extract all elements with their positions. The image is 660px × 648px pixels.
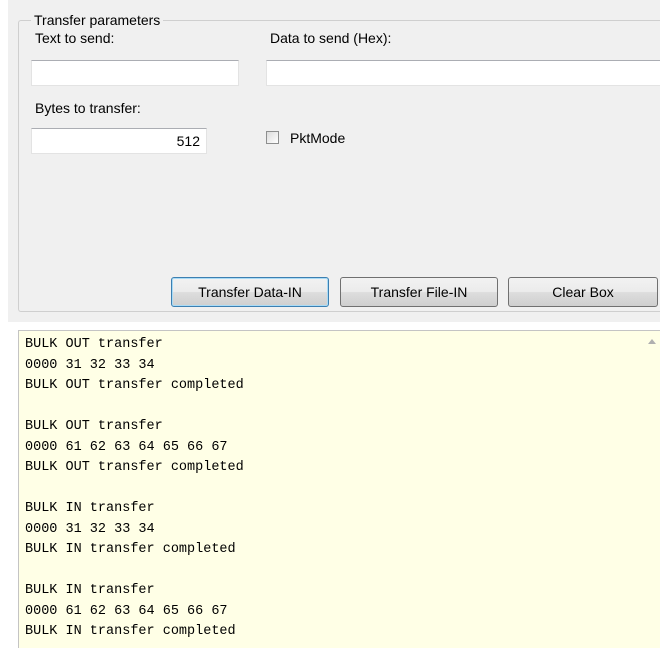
text-to-send-label: Text to send: [35,30,115,46]
log-line: BULK OUT transfer completed [25,460,244,475]
log-line: BULK IN transfer [25,501,155,516]
bytes-to-transfer-label: Bytes to transfer: [35,100,141,116]
log-text: BULK OUT transfer 0000 31 32 33 34 BULK … [25,335,244,643]
group-title: Transfer parameters [31,12,164,28]
scroll-up-arrow-icon[interactable] [648,339,656,344]
text-to-send-input[interactable] [31,60,239,86]
log-line: BULK OUT transfer [25,419,163,434]
data-to-send-hex-label: Data to send (Hex): [270,30,392,46]
transfer-data-in-button[interactable]: Transfer Data-IN [171,277,329,307]
log-line: 0000 61 62 63 64 65 66 67 [25,439,228,455]
bytes-to-transfer-input[interactable] [31,128,207,154]
transfer-file-in-button[interactable]: Transfer File-IN [340,277,498,307]
pktmode-label[interactable]: PktMode [290,130,345,146]
pktmode-checkbox[interactable] [266,131,279,144]
data-to-send-hex-input[interactable] [266,60,660,86]
log-line: BULK IN transfer completed [25,624,236,639]
output-log[interactable]: BULK OUT transfer 0000 31 32 33 34 BULK … [18,330,660,648]
clear-box-button[interactable]: Clear Box [508,277,658,307]
log-line: BULK OUT transfer [25,337,163,352]
log-line: 0000 61 62 63 64 65 66 67 [25,603,228,619]
log-line: BULK OUT transfer completed [25,378,244,393]
log-line: BULK IN transfer completed [25,542,236,557]
log-line: BULK IN transfer [25,583,155,598]
log-line: 0000 31 32 33 34 [25,357,155,373]
log-line: 0000 31 32 33 34 [25,521,155,537]
